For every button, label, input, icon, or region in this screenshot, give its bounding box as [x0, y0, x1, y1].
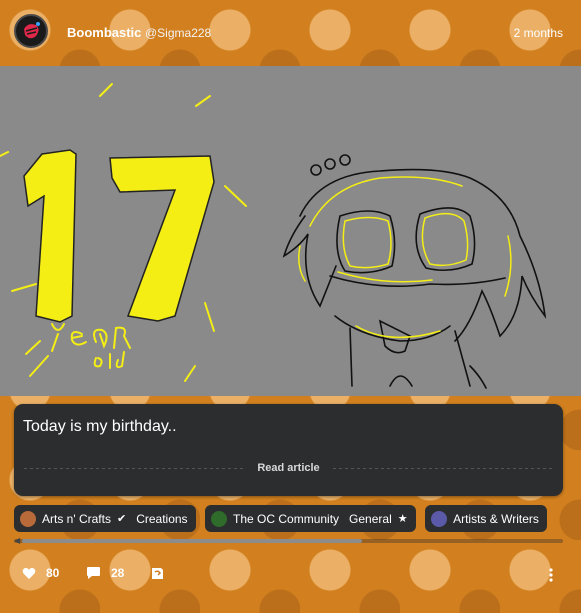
tag-category: Creations — [136, 511, 188, 526]
tag-name: The OC Community — [233, 511, 340, 526]
tag-name: Artists & Writers — [453, 511, 539, 526]
verified-icon: ✔ — [116, 513, 127, 525]
article-card[interactable]: Today is my birthday.. Read article — [14, 404, 563, 496]
read-article-link[interactable]: Read article — [14, 462, 563, 474]
community-icon — [211, 510, 228, 527]
star-icon: ★ — [397, 513, 408, 525]
post-image[interactable] — [0, 66, 581, 396]
character-sketch — [282, 154, 547, 389]
tag-artists-writers[interactable]: Artists & Writers — [425, 505, 547, 532]
tags-scrollbar[interactable]: ◀ — [14, 536, 563, 545]
more-options-icon[interactable] — [549, 568, 553, 587]
like-count: 80 — [46, 566, 60, 580]
scroll-thumb[interactable] — [22, 539, 362, 543]
comment-icon — [87, 567, 100, 579]
comment-count: 28 — [111, 566, 125, 580]
article-title[interactable]: Today is my birthday.. — [23, 418, 177, 436]
author-handle[interactable]: @Sigma228 — [145, 26, 211, 40]
community-icon — [20, 510, 36, 527]
community-icon — [431, 510, 448, 527]
tag-name: Arts n' Crafts — [42, 511, 111, 526]
like-button[interactable]: 80 — [22, 566, 59, 580]
scroll-left-icon[interactable]: ◀ — [14, 536, 20, 545]
community-tags: Arts n' Crafts ✔ Creations The OC Commun… — [14, 505, 581, 532]
comment-button[interactable]: 28 — [86, 566, 124, 580]
share-icon — [152, 568, 163, 579]
tag-arts-n-crafts[interactable]: Arts n' Crafts ✔ Creations — [14, 505, 196, 532]
post-time: 2 months — [513, 26, 563, 40]
post-header: Boombastic @Sigma228 2 months — [0, 0, 581, 66]
sun-rays — [0, 83, 247, 382]
character-highlight — [298, 176, 512, 339]
heart-icon — [22, 567, 36, 579]
avatar-icon — [18, 18, 44, 44]
avatar[interactable] — [14, 14, 48, 48]
share-button[interactable] — [150, 566, 175, 581]
author-name[interactable]: Boombastic — [67, 25, 141, 40]
tag-oc-community[interactable]: The OC Community General ★ — [205, 505, 416, 532]
tag-category: General — [349, 511, 392, 526]
post-actions: 80 28 — [0, 560, 581, 592]
birthday-drawing — [0, 83, 547, 389]
year-old-text — [25, 323, 131, 369]
number-17 — [23, 149, 215, 323]
